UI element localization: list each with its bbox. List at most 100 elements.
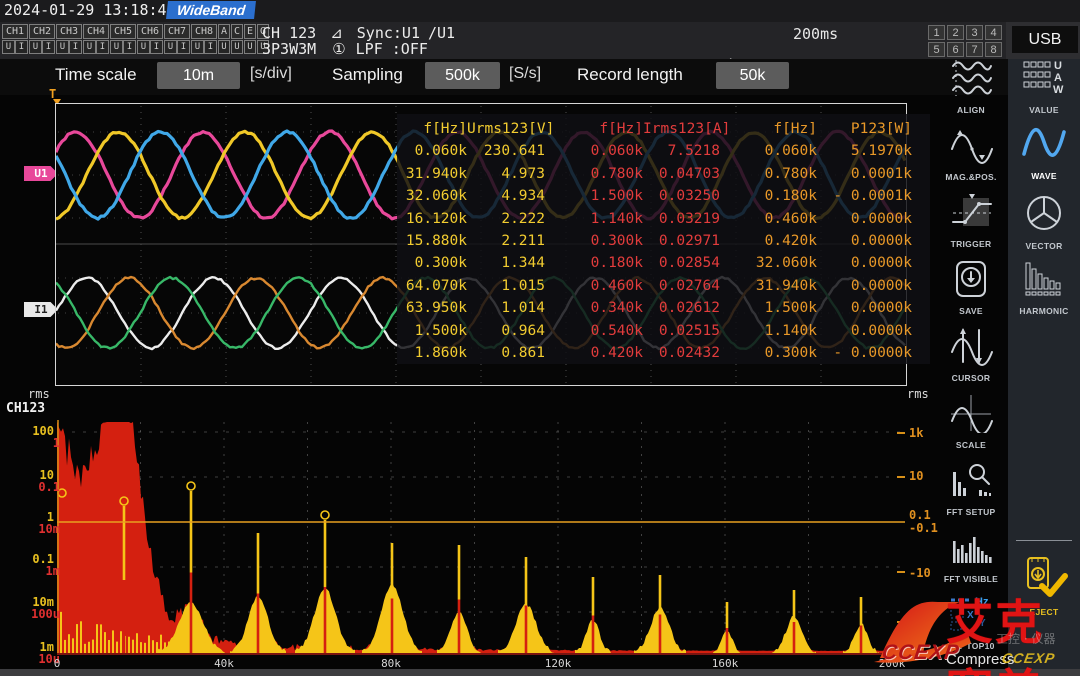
fft-left-secondary-tick: 1 (10, 436, 60, 450)
table-row: 15.880k2.211 (397, 230, 545, 252)
sidebar-item-save[interactable]: SAVE (933, 259, 1009, 316)
cursor-icon (949, 326, 993, 371)
channel-indicator-ch2: CH2UI (29, 24, 55, 54)
table-row: 1.500k0.964 (397, 320, 545, 342)
harmonics-table-overlay: f[Hz]Urms123[V]0.060k230.64131.940k4.973… (397, 114, 930, 364)
fft-left-secondary-tick: 10m (10, 522, 60, 536)
table-row: 0.420k0.02432 (560, 342, 720, 364)
current-channel-marker[interactable]: I1 (24, 302, 58, 317)
sidebar-item-fft-visible[interactable]: FFT VISIBLE (933, 527, 1009, 584)
fft-setup-icon (949, 460, 993, 505)
channel-indicator-ch4: CH4UI (83, 24, 109, 54)
table-row: 0.300k- 0.0000k (737, 342, 912, 364)
sidebar-item-eject[interactable]: EJECT (1008, 556, 1080, 617)
fft-left-unit: rms (28, 387, 50, 401)
fft-x-tick: 120k (545, 657, 572, 670)
channel-bar: CH1UICH2UICH3UICH4UICH5UICH6UICH7UICH8UI… (0, 22, 1080, 59)
record-length-label: Record length (577, 65, 683, 85)
table-row: 0.060k7.5218 (560, 140, 720, 162)
slot-3: 3 (966, 25, 983, 40)
channel-indicator-e: EU (244, 24, 256, 54)
window-time: 200ms (793, 25, 838, 43)
sidebar-item-scale[interactable]: SCALE (933, 393, 1009, 450)
channel-indicator-a: AU (218, 24, 230, 54)
table-row: 0.420k0.0000k (737, 230, 912, 252)
fft-right-tick: -10 (909, 566, 931, 580)
table-row: 0.460k0.02764 (560, 275, 720, 297)
sidebar-item-value[interactable]: UAWVALUE (1008, 58, 1080, 115)
slot-4: 4 (985, 25, 1002, 40)
table-row: 0.540k0.02515 (560, 320, 720, 342)
fft-left-secondary-tick: 1m (10, 564, 60, 578)
power-harmonics-column: f[Hz]P123[W]0.060k5.1970k0.780k0.0001k0.… (737, 118, 912, 364)
table-row: 31.940k4.973 (397, 163, 545, 185)
fft-right-tick: 10 (909, 469, 923, 483)
fft-visible-icon (949, 527, 993, 572)
table-row: 64.070k1.015 (397, 275, 545, 297)
voltage-channel-marker[interactable]: U1 (24, 166, 58, 181)
table-row: 0.300k0.02971 (560, 230, 720, 252)
align-icon (949, 58, 993, 103)
table-row: 32.060k0.0000k (737, 252, 912, 274)
fft-right-tick: -1k (909, 614, 931, 628)
wiring-line2: 3P3W3M①LPF :OFF (262, 41, 455, 57)
channel-indicator-ch8: CH8UI (191, 24, 217, 54)
svg-text:W: W (1053, 84, 1064, 96)
sampling-button[interactable]: 500k (425, 62, 500, 89)
table-row: 0.300k1.344 (397, 252, 545, 274)
vector-icon (1022, 192, 1066, 239)
fft-x-tick: 200k (879, 657, 906, 670)
wiring-line1: CH 123⊿Sync:U1/U1 (262, 25, 455, 41)
wave-icon (1020, 122, 1068, 169)
toolbar: Time scale 10m [s/div] Sampling 500k [S/… (0, 59, 1080, 95)
usb-indicator: USB (1012, 26, 1078, 53)
fft-right-tick: 1k (909, 426, 923, 440)
table-row: 16.120k2.222 (397, 208, 545, 230)
svg-text:X: X (967, 610, 974, 621)
table-row: 1.500k0.03250 (560, 185, 720, 207)
fft-top10-icon: HzXY (949, 594, 993, 639)
analyzer-screen: 2024-01-29 13:18:45 WideBand CH1UICH2UIC… (0, 0, 1080, 676)
sidebar-item-harmonic[interactable]: HARMONIC (1008, 259, 1080, 316)
record-length-button[interactable]: 50k (716, 62, 789, 89)
fft-plot (57, 418, 905, 656)
channel-indicator-ch7: CH7UI (164, 24, 190, 54)
voltage-harmonics-header: f[Hz]Urms123[V] (397, 118, 545, 140)
voltage-harmonics-column: f[Hz]Urms123[V]0.060k230.64131.940k4.973… (397, 118, 545, 364)
sidebar-item-cursor[interactable]: CURSOR (933, 326, 1009, 383)
table-row: 0.780k0.04703 (560, 163, 720, 185)
current-harmonics-column: f[Hz]Irms123[A]0.060k7.52180.780k0.04703… (560, 118, 720, 364)
table-row: 0.780k0.0001k (737, 163, 912, 185)
fft-left-secondary-tick: 100u (10, 607, 60, 621)
channel-indicator-ch6: CH6UI (137, 24, 163, 54)
sidebar-divider (1016, 540, 1072, 541)
wideband-badge: WideBand (166, 1, 256, 19)
table-row: 1.140k0.03219 (560, 208, 720, 230)
scale-icon (949, 393, 993, 438)
sidebar-item-fft-top10[interactable]: HzXYFFT TOP10 (933, 594, 1009, 651)
table-row: 0.180k- 0.0001k (737, 185, 912, 207)
slot-5: 5 (928, 42, 945, 57)
fft-left-secondary-tick: 10u (10, 652, 60, 666)
current-harmonics-header: f[Hz]Irms123[A] (560, 118, 720, 140)
table-row: 0.460k0.0000k (737, 208, 912, 230)
fft-right-unit: rms (907, 387, 929, 401)
channel-grid: CH1UICH2UICH3UICH4UICH5UICH6UICH7UICH8UI… (2, 24, 270, 54)
fft-x-tick: 40k (214, 657, 234, 670)
sidebar-item-trigger[interactable]: TRIGGER (933, 192, 1009, 249)
svg-text:A: A (1054, 72, 1062, 84)
value-icon: UAW (1022, 58, 1066, 103)
eject-icon (1020, 556, 1068, 605)
sidebar-item-mag-pos-[interactable]: MAG.&POS. (933, 125, 1009, 182)
table-row: 31.940k0.0000k (737, 275, 912, 297)
table-row: 63.950k1.014 (397, 297, 545, 319)
sidebar-item-fft-setup[interactable]: FFT SETUP (933, 460, 1009, 517)
sidebar-item-vector[interactable]: VECTOR (1008, 192, 1080, 251)
bottom-strip (0, 669, 1080, 676)
slot-grid: 12345678 (928, 25, 1002, 57)
sidebar-item-wave[interactable]: WAVE (1008, 122, 1080, 181)
table-row: 0.060k5.1970k (737, 140, 912, 162)
magpos-icon (949, 125, 993, 170)
time-scale-button[interactable]: 10m (157, 62, 240, 89)
sidebar-item-align[interactable]: ALIGN (933, 58, 1009, 115)
